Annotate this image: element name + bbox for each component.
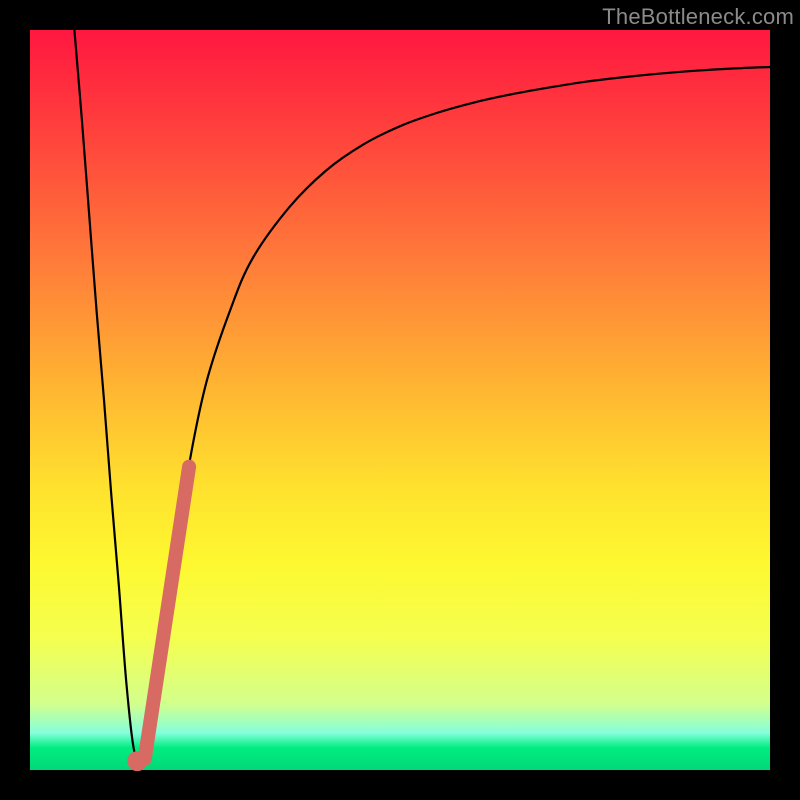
plot-area xyxy=(30,30,770,770)
bottleneck-curve-path xyxy=(74,30,770,763)
chart-frame: TheBottleneck.com xyxy=(0,0,800,800)
highlight-dot-circle xyxy=(127,751,147,771)
watermark-text: TheBottleneck.com xyxy=(602,4,794,30)
highlight-segment-line xyxy=(145,467,189,759)
chart-svg xyxy=(30,30,770,770)
